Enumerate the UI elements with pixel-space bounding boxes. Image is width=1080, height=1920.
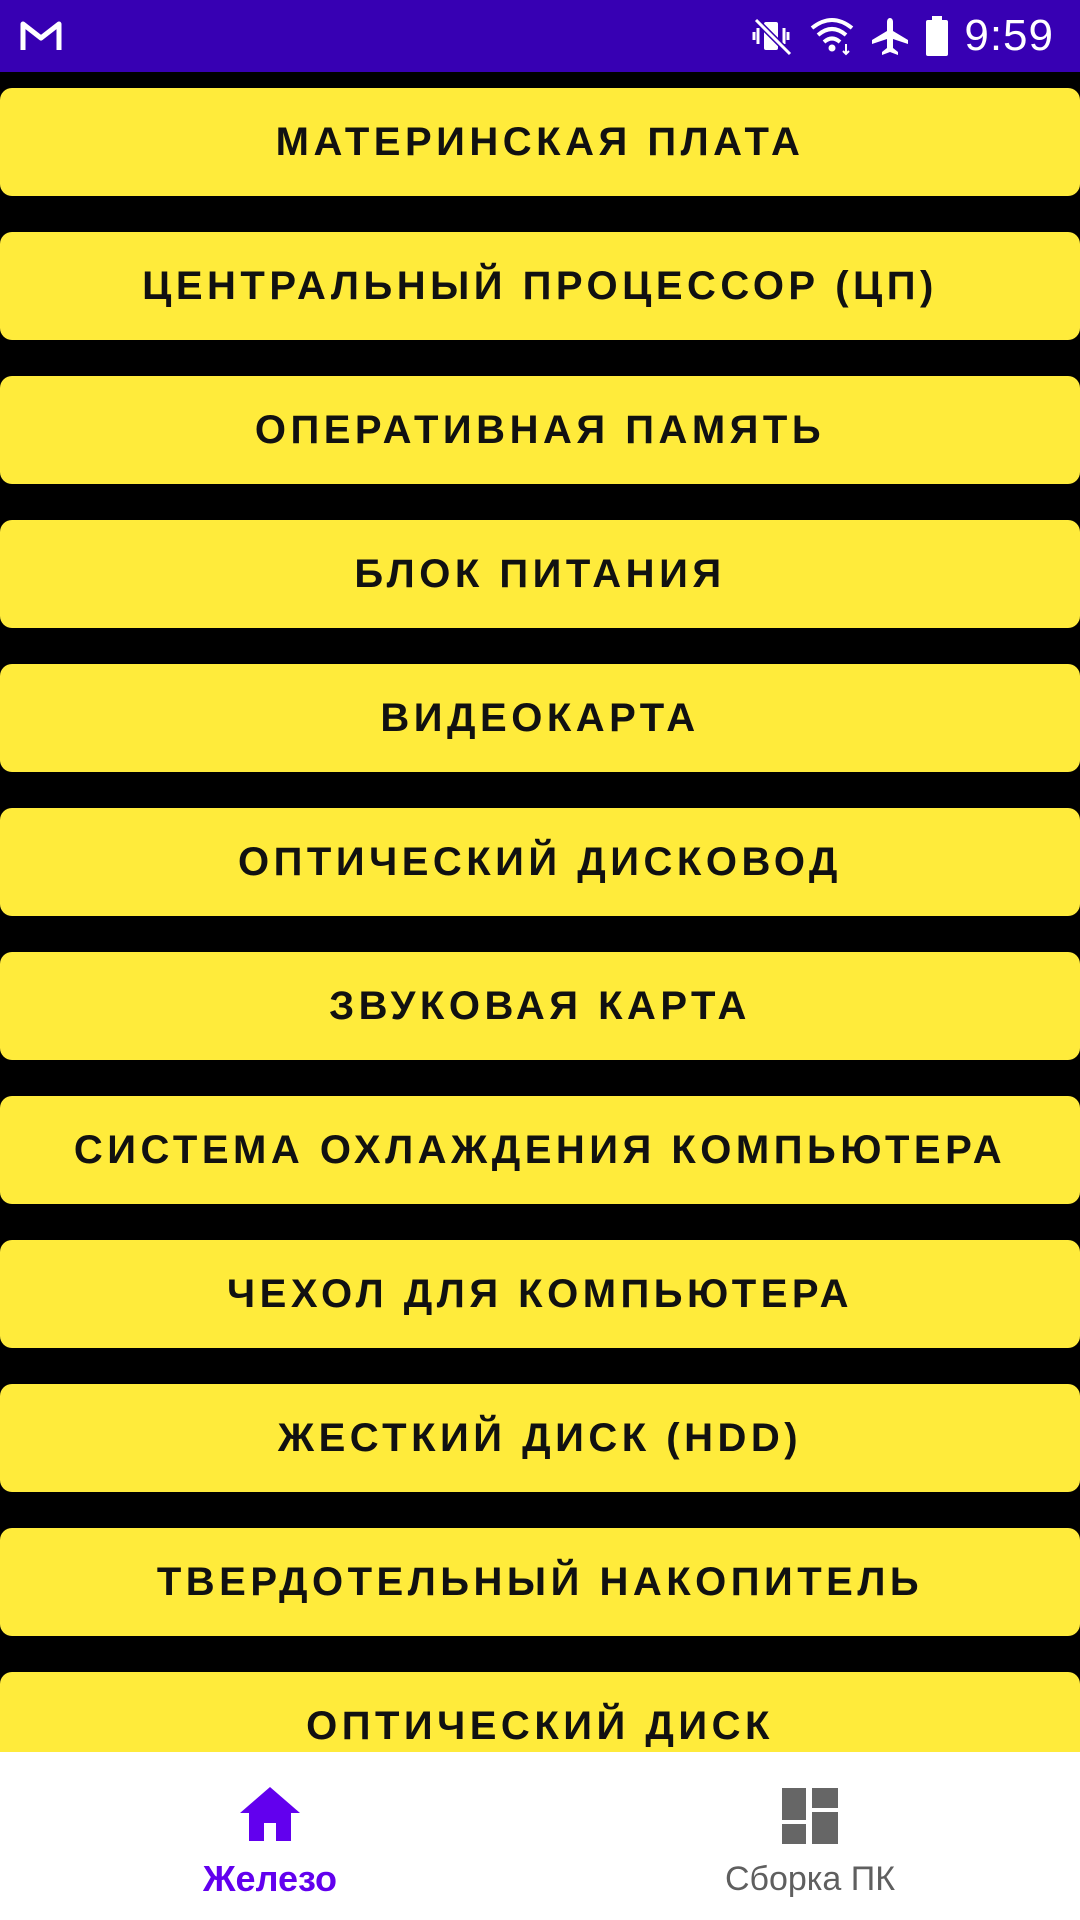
dashboard-icon xyxy=(774,1780,846,1852)
status-time: 9:59 xyxy=(964,11,1054,60)
hardware-list[interactable]: Материнская плата Центральный процессор … xyxy=(0,88,1080,1752)
list-item-sound-card[interactable]: Звуковая карта xyxy=(0,952,1080,1060)
list-item-computer-case[interactable]: Чехол для компьютера xyxy=(0,1240,1080,1348)
nav-label-hardware: Железо xyxy=(203,1858,337,1899)
list-item-cooling-system[interactable]: Система охлаждения компьютера xyxy=(0,1096,1080,1204)
list-item-motherboard[interactable]: Материнская плата xyxy=(0,88,1080,196)
nav-item-pc-build[interactable]: Сборка ПК xyxy=(540,1752,1080,1920)
list-item-power-supply[interactable]: Блок питания xyxy=(0,520,1080,628)
list-item-cpu[interactable]: Центральный процессор (ЦП) xyxy=(0,232,1080,340)
list-item-ssd[interactable]: Твердотельный накопитель xyxy=(0,1528,1080,1636)
list-item-hdd[interactable]: Жесткий диск (HDD) xyxy=(0,1384,1080,1492)
list-item-optical-drive[interactable]: Оптический дисковод xyxy=(0,808,1080,916)
gmail-icon xyxy=(20,20,62,52)
screen: 9:59 Материнская плата Центральный проце… xyxy=(0,0,1080,1920)
bottom-navigation: Железо Сборка ПК xyxy=(0,1752,1080,1920)
home-icon xyxy=(234,1778,306,1850)
mute-vibrate-icon xyxy=(752,16,794,56)
wifi-icon xyxy=(808,16,856,56)
list-item-graphics-card[interactable]: Видеокарта xyxy=(0,664,1080,772)
list-item-optical-disc[interactable]: Оптический диск xyxy=(0,1672,1080,1752)
nav-item-hardware[interactable]: Железо xyxy=(0,1752,540,1920)
status-right: 9:59 xyxy=(752,11,1054,61)
airplane-icon xyxy=(870,16,910,56)
nav-label-pc-build: Сборка ПК xyxy=(724,1859,896,1898)
battery-icon xyxy=(924,15,950,57)
status-bar: 9:59 xyxy=(0,0,1080,72)
status-left xyxy=(20,20,62,52)
list-item-ram[interactable]: Оперативная память xyxy=(0,376,1080,484)
